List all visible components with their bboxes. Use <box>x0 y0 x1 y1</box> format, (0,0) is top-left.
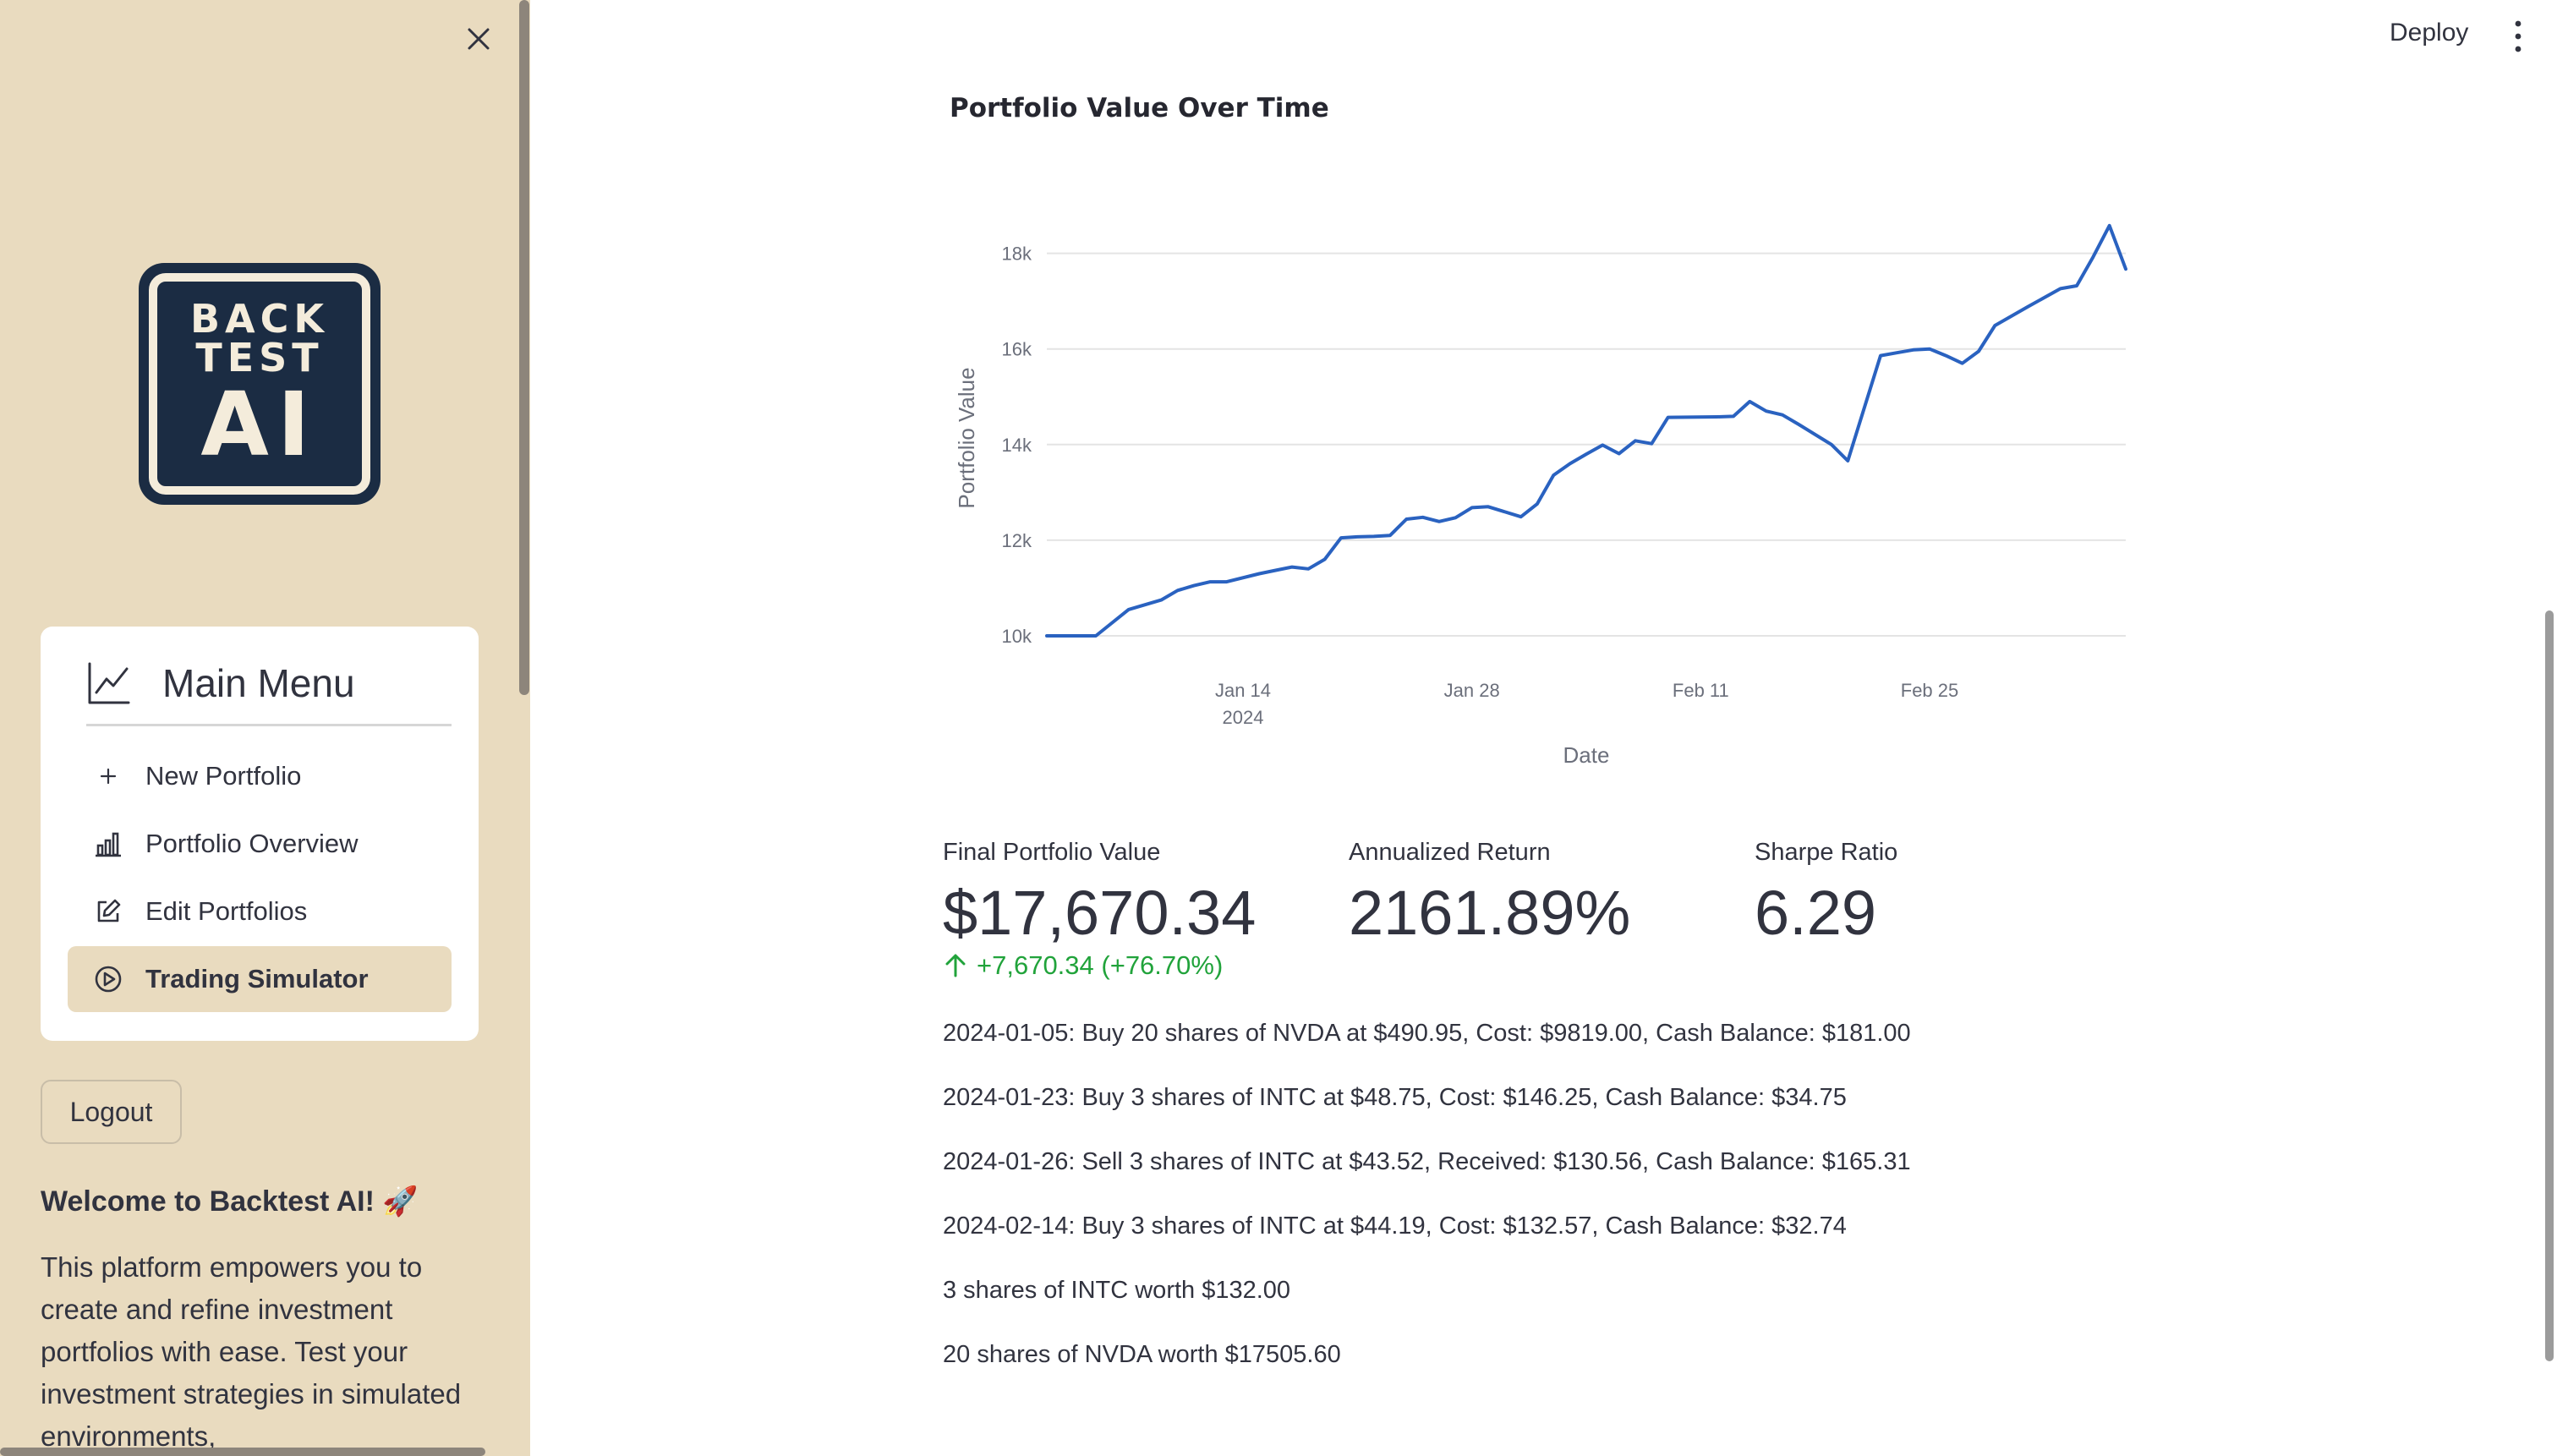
transaction-line: 2024-01-26: Sell 3 shares of INTC at $43… <box>943 1148 1911 1175</box>
menu-item-label: New Portfolio <box>145 761 302 791</box>
deploy-button[interactable]: Deploy <box>2390 19 2468 47</box>
main-menu-title: Main Menu <box>162 661 355 705</box>
holding-line: 20 shares of NVDA worth $17505.60 <box>943 1341 1341 1368</box>
x-tick-label: Feb 25 <box>1901 680 1959 701</box>
menu-item-new-portfolio[interactable]: New Portfolio <box>68 743 452 809</box>
logo-text-ai: AI <box>200 373 319 476</box>
more-options-icon[interactable] <box>2508 19 2528 54</box>
metric-label: Sharpe Ratio <box>1755 839 1898 866</box>
play-circle-icon <box>93 964 123 994</box>
close-icon[interactable] <box>462 22 496 56</box>
y-tick-label: 16k <box>1002 339 1032 360</box>
logo-text-back: BACK <box>189 296 330 342</box>
main-scrollbar[interactable] <box>2545 610 2554 1361</box>
line-chart-icon <box>86 660 132 706</box>
metric-annualized-return: Annualized Return 2161.89% <box>1349 839 1630 947</box>
metric-final-portfolio-value: Final Portfolio Value $17,670.34 +7,670.… <box>943 839 1256 981</box>
metric-value: $17,670.34 <box>943 878 1257 948</box>
logo-text-test: TEST <box>195 335 324 380</box>
y-tick-label: 14k <box>1002 435 1032 456</box>
sidebar-scrollbar[interactable] <box>519 0 529 695</box>
y-tick-label: 12k <box>1002 530 1032 551</box>
main-menu-header: Main Menu <box>86 660 452 726</box>
menu-item-edit-portfolios[interactable]: Edit Portfolios <box>68 879 452 944</box>
menu-item-trading-simulator[interactable]: Trading Simulator <box>68 946 452 1012</box>
sidebar: BACK TEST AI Main Menu New Portfolio Por… <box>0 0 530 1456</box>
menu-item-label: Edit Portfolios <box>145 896 308 926</box>
y-tick-label: 18k <box>1002 244 1032 265</box>
x-tick-sublabel: 2024 <box>1223 707 1264 728</box>
chart-title: Portfolio Value Over Time <box>950 93 1329 123</box>
transaction-line: 2024-01-05: Buy 20 shares of NVDA at $49… <box>943 1020 1911 1047</box>
y-tick-label: 10k <box>1002 626 1032 647</box>
x-tick-label: Jan 28 <box>1444 680 1500 701</box>
metric-sharpe-ratio: Sharpe Ratio 6.29 <box>1755 839 1897 947</box>
holding-line: 3 shares of INTC worth $132.00 <box>943 1277 1291 1304</box>
welcome-text: This platform empowers you to create and… <box>41 1251 462 1452</box>
sidebar-horizontal-scrollbar[interactable] <box>0 1448 485 1456</box>
x-tick-label: Jan 14 <box>1215 680 1271 701</box>
x-axis-label: Date <box>1563 742 1610 768</box>
transaction-line: 2024-02-14: Buy 3 shares of INTC at $44.… <box>943 1212 1847 1240</box>
arrow-up-icon <box>945 954 966 977</box>
metric-delta: +7,670.34 (+76.70%) <box>943 950 1256 981</box>
transaction-line: 2024-01-23: Buy 3 shares of INTC at $48.… <box>943 1084 1847 1111</box>
backtest-ai-logo: BACK TEST AI <box>139 263 381 505</box>
metric-delta-text: +7,670.34 (+76.70%) <box>977 950 1224 981</box>
metric-label: Final Portfolio Value <box>943 839 1161 866</box>
edit-icon <box>93 896 123 927</box>
series-line-portfolio-value <box>1045 223 2127 638</box>
x-tick-label: Feb 11 <box>1673 680 1729 701</box>
menu-item-label: Portfolio Overview <box>145 829 359 858</box>
y-axis-label: Portfolio Value <box>954 367 979 508</box>
welcome-title: Welcome to Backtest AI! 🚀 <box>41 1185 419 1218</box>
metric-label: Annualized Return <box>1349 839 1551 866</box>
menu-item-portfolio-overview[interactable]: Portfolio Overview <box>68 811 452 877</box>
menu-item-label: Trading Simulator <box>145 964 369 993</box>
main-menu: Main Menu New Portfolio Portfolio Overvi… <box>41 627 479 1041</box>
portfolio-value-chart[interactable]: 10k 12k 14k 16k 18k Jan 14 2024 Jan 28 Feb 11 Feb… <box>930 169 2148 778</box>
bar-chart-icon <box>93 829 123 859</box>
plus-icon <box>93 761 123 791</box>
metric-value: 6.29 <box>1755 878 1877 948</box>
metric-value: 2161.89% <box>1349 878 1631 948</box>
logout-button[interactable]: Logout <box>41 1080 182 1144</box>
